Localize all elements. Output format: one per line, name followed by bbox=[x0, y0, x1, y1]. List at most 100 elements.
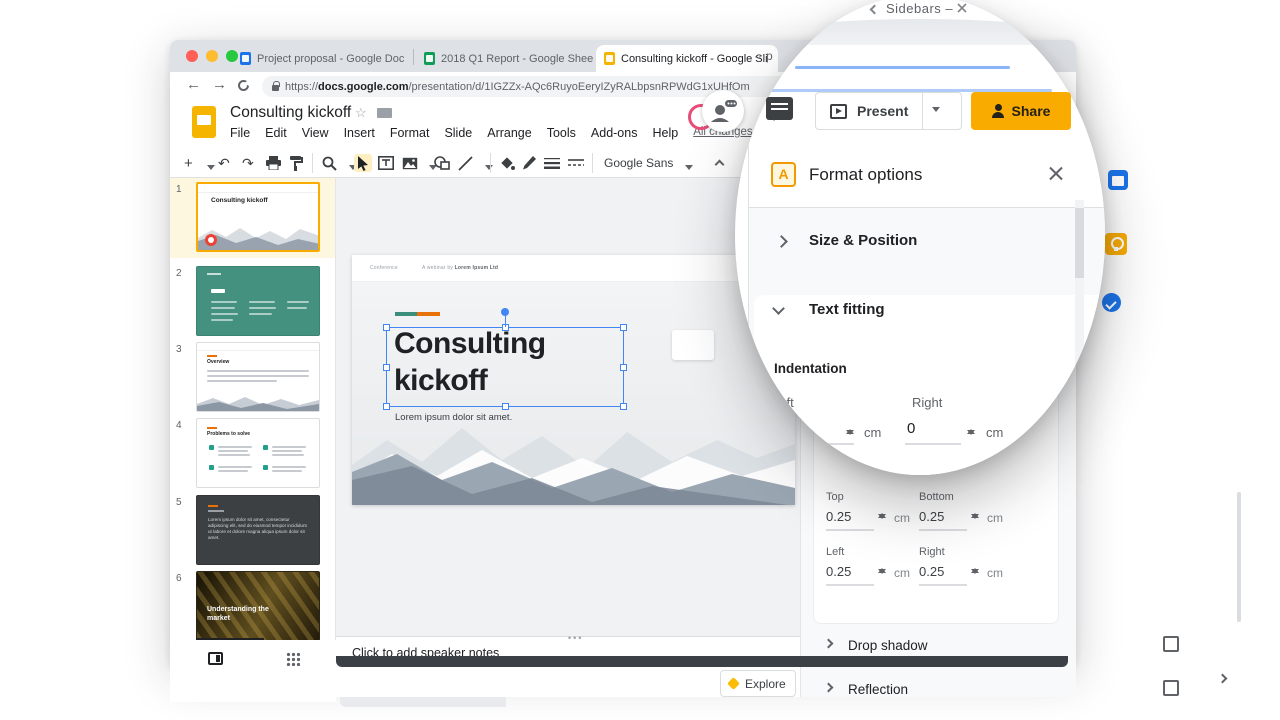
resize-handle-nw[interactable] bbox=[383, 324, 390, 331]
drop-shadow-label: Drop shadow bbox=[848, 638, 928, 653]
presenter-avatar-button[interactable] bbox=[702, 90, 744, 132]
present-button[interactable]: Present bbox=[815, 92, 962, 130]
toolbar-separator bbox=[490, 153, 491, 173]
red-logo-badge bbox=[205, 234, 217, 246]
explore-button[interactable]: Explore bbox=[720, 670, 796, 697]
spinner-icon[interactable] bbox=[971, 564, 979, 578]
font-dropdown-icon[interactable] bbox=[685, 165, 693, 174]
padding-left-label: Left bbox=[826, 546, 844, 558]
resize-handle-w[interactable] bbox=[383, 364, 390, 371]
chevron-right-icon[interactable] bbox=[775, 235, 788, 248]
text-box-selection[interactable] bbox=[386, 327, 624, 407]
undo-icon[interactable]: ↶ bbox=[218, 154, 230, 172]
current-slide[interactable]: Conference A webinar by Lorem Ipsum Ltd … bbox=[352, 255, 795, 505]
calendar-icon[interactable] bbox=[1108, 170, 1128, 190]
chevron-down-icon[interactable] bbox=[772, 302, 785, 315]
collapse-toolbar-icon[interactable] bbox=[715, 160, 725, 170]
border-color-icon[interactable] bbox=[522, 154, 536, 172]
close-icon[interactable] bbox=[957, 3, 969, 13]
chevron-left-icon[interactable] bbox=[869, 5, 879, 15]
padding-bottom-label: Bottom bbox=[919, 491, 954, 503]
chevron-right-icon[interactable] bbox=[824, 683, 834, 693]
indent-left-label: Left bbox=[772, 395, 794, 410]
reflection-checkbox[interactable] bbox=[1163, 680, 1179, 696]
close-panel-icon[interactable] bbox=[1049, 166, 1063, 180]
slide-canvas: Conference A webinar by Lorem Ipsum Ltd … bbox=[336, 178, 800, 636]
padding-left-value[interactable]: 0.25 bbox=[826, 564, 851, 579]
text-box-icon[interactable] bbox=[378, 154, 394, 172]
notes-drag-handle[interactable]: ••• bbox=[568, 633, 583, 643]
slide-thumbnail-3[interactable]: Overview bbox=[196, 342, 320, 412]
redo-icon[interactable]: ↷ bbox=[242, 154, 254, 172]
resize-handle-s[interactable] bbox=[502, 403, 509, 410]
thumb-body-text: Lorem ipsum dolor sit amet, consectetur … bbox=[208, 517, 308, 541]
header-actions: Present Share bbox=[170, 40, 1076, 148]
spinner-icon[interactable] bbox=[967, 425, 975, 439]
fill-color-icon[interactable] bbox=[500, 154, 515, 172]
input-underline bbox=[919, 584, 967, 586]
size-position-row[interactable]: Size & Position bbox=[809, 232, 917, 249]
present-dropdown-icon[interactable] bbox=[932, 107, 940, 116]
present-divider bbox=[922, 93, 923, 129]
slide-thumbnail-2[interactable] bbox=[196, 266, 320, 336]
keep-icon[interactable] bbox=[1105, 233, 1127, 255]
new-slide-dropdown-icon[interactable] bbox=[207, 165, 215, 174]
print-icon[interactable] bbox=[266, 154, 281, 172]
drop-shadow-checkbox[interactable] bbox=[1163, 636, 1179, 652]
unit-label: cm bbox=[864, 425, 881, 440]
padding-top-value[interactable]: 0.25 bbox=[826, 509, 851, 524]
slide-thumbnail-5[interactable]: Lorem ipsum dolor sit amet, consectetur … bbox=[196, 495, 320, 565]
input-underline bbox=[770, 443, 854, 445]
text-fitting-row[interactable]: Text fitting bbox=[809, 301, 885, 318]
filmstrip-view-icon[interactable] bbox=[208, 652, 223, 665]
format-options-icon: A bbox=[771, 162, 796, 187]
input-underline bbox=[905, 443, 961, 445]
slide-thumbnail-1[interactable]: Consulting kickoff bbox=[196, 182, 320, 252]
insert-image-icon[interactable] bbox=[402, 154, 418, 172]
slide-thumbnail-4[interactable]: Problems to solve bbox=[196, 418, 320, 488]
select-tool-icon[interactable] bbox=[354, 154, 372, 172]
rotation-handle[interactable] bbox=[501, 308, 509, 316]
line-dropdown-icon[interactable] bbox=[485, 165, 493, 174]
present-play-icon bbox=[830, 104, 847, 119]
new-slide-button[interactable]: + bbox=[184, 154, 193, 172]
filmstrip-row-1: 1 Consulting kickoff bbox=[170, 178, 336, 258]
resize-handle-ne[interactable] bbox=[620, 324, 627, 331]
thumb-title: Overview bbox=[207, 359, 229, 365]
line-weight-icon[interactable] bbox=[544, 154, 560, 172]
slide-number: 6 bbox=[176, 573, 182, 584]
view-switcher bbox=[170, 640, 336, 702]
grid-view-icon[interactable] bbox=[286, 652, 300, 666]
spinner-icon[interactable] bbox=[971, 509, 979, 523]
panel-scrollbar[interactable] bbox=[1237, 492, 1241, 622]
chevron-right-icon[interactable] bbox=[824, 639, 834, 649]
padding-right-value[interactable]: 0.25 bbox=[919, 564, 944, 579]
shape-tool-icon[interactable] bbox=[434, 154, 450, 172]
explore-label: Explore bbox=[745, 677, 786, 691]
indent-right-label: Right bbox=[912, 395, 942, 410]
present-to-meeting-icon bbox=[702, 90, 744, 132]
spinner-icon[interactable] bbox=[846, 425, 854, 439]
reflection-row[interactable]: Reflection bbox=[801, 680, 1077, 710]
slide-filmstrip: 1 Consulting kickoff 2 bbox=[170, 178, 336, 640]
panel-scrollbar-magnified[interactable] bbox=[1075, 200, 1084, 460]
resize-handle-sw[interactable] bbox=[383, 403, 390, 410]
slide-thumbnail-6[interactable]: Understanding the market bbox=[196, 571, 320, 640]
coach-label: Sidebars bbox=[886, 1, 941, 16]
zoom-icon[interactable] bbox=[322, 154, 337, 172]
resize-handle-e[interactable] bbox=[620, 364, 627, 371]
font-family-select[interactable]: Google Sans bbox=[604, 154, 673, 172]
padding-bottom-value[interactable]: 0.25 bbox=[919, 509, 944, 524]
spinner-icon[interactable] bbox=[878, 509, 886, 523]
collapse-panel-icon[interactable] bbox=[1218, 674, 1228, 684]
unit-label: cm bbox=[894, 566, 910, 580]
comment-icon[interactable] bbox=[766, 97, 793, 120]
resize-handle-se[interactable] bbox=[620, 403, 627, 410]
line-dash-icon[interactable] bbox=[568, 154, 584, 172]
share-button[interactable]: Share bbox=[971, 92, 1071, 130]
indent-right-value[interactable]: 0 bbox=[907, 420, 915, 437]
paint-format-icon[interactable] bbox=[290, 154, 304, 172]
padding-right-label: Right bbox=[919, 546, 945, 558]
line-tool-icon[interactable] bbox=[458, 154, 473, 172]
spinner-icon[interactable] bbox=[878, 564, 886, 578]
